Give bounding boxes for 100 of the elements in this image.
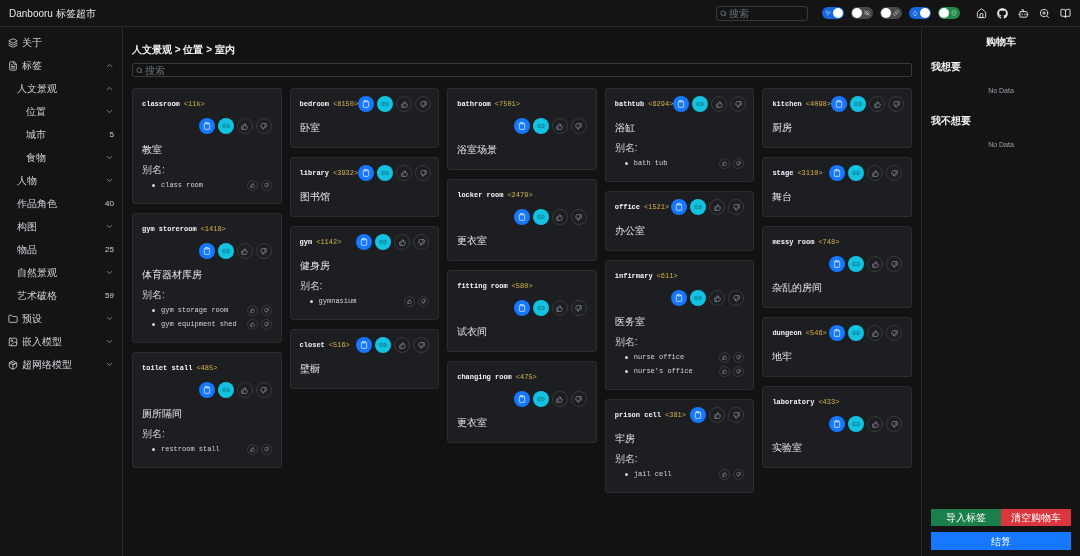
home-icon[interactable] (976, 7, 987, 19)
thumbs-down-icon (732, 203, 740, 211)
link-button[interactable] (377, 96, 394, 112)
toggle-switch[interactable] (938, 7, 960, 19)
link-button[interactable] (848, 165, 864, 181)
link-button[interactable] (532, 391, 549, 407)
link-button[interactable] (217, 243, 234, 259)
sidebar-item[interactable]: 人文景观 (0, 77, 122, 100)
sidebar-item[interactable]: 作品角色 40 (0, 192, 122, 215)
thumbs-up-icon (871, 329, 879, 337)
image-icon (8, 336, 18, 347)
sidebar-label: 食物 (26, 151, 47, 165)
thumbs-down-icon (575, 213, 583, 221)
link-button[interactable] (377, 165, 394, 181)
copy-button[interactable] (829, 256, 845, 272)
link-button[interactable] (690, 290, 707, 306)
link-icon (852, 420, 860, 428)
bot-icon[interactable] (1018, 7, 1029, 19)
clipboard-icon (517, 395, 526, 403)
link-button[interactable] (217, 382, 234, 398)
link-button[interactable] (848, 256, 864, 272)
link-button[interactable] (690, 199, 707, 215)
link-button[interactable] (532, 209, 549, 225)
sidebar-item[interactable]: 关于 (0, 31, 122, 54)
link-button[interactable] (375, 234, 392, 250)
thumbs-down-icon (575, 122, 583, 130)
sidebar-item[interactable]: 构图 (0, 215, 122, 238)
copy-button[interactable] (198, 382, 215, 398)
clear-cart-button[interactable]: 清空购物车 (1001, 509, 1071, 526)
chevron-down-icon (105, 337, 114, 346)
link-button[interactable] (848, 416, 864, 432)
sidebar-item[interactable]: 位置 (0, 100, 122, 123)
copy-button[interactable] (513, 300, 530, 316)
github-icon[interactable] (997, 7, 1008, 19)
search-field[interactable]: 搜索 (132, 63, 912, 77)
search-field[interactable]: 搜索 (716, 5, 808, 21)
link-icon (221, 122, 230, 130)
copy-button[interactable] (358, 96, 375, 112)
link-button[interactable] (532, 118, 549, 134)
sidebar-item[interactable]: 食物 (0, 146, 122, 169)
folder-icon (8, 313, 18, 324)
toggle-switch[interactable] (909, 7, 931, 19)
checkout-button[interactable]: 结算 (931, 532, 1071, 550)
link-icon (694, 203, 703, 211)
link-button[interactable] (532, 300, 549, 316)
sidebar-label: 人物 (17, 174, 38, 188)
sidebar-item[interactable]: 嵌入模型 (0, 330, 122, 353)
link-button[interactable] (375, 337, 392, 353)
copy-button[interactable] (356, 234, 373, 250)
sidebar-item[interactable]: 物品 25 (0, 238, 122, 261)
sidebar-item[interactable]: 艺术破格 59 (0, 284, 122, 307)
bullet-icon (152, 323, 155, 326)
copy-button[interactable] (829, 416, 845, 432)
tag-translation: 卧室 (299, 121, 321, 135)
copy-button[interactable] (690, 407, 707, 423)
link-button[interactable] (848, 325, 864, 341)
copy-button[interactable] (831, 96, 847, 112)
sidebar-item[interactable]: 城市 5 (0, 123, 122, 146)
sidebar-item[interactable]: 人物 (0, 169, 122, 192)
copy-button[interactable] (513, 391, 530, 407)
copy-button[interactable] (513, 209, 530, 225)
copy-button[interactable] (829, 325, 845, 341)
toggle-switch[interactable] (822, 7, 844, 19)
item-count: 5 (109, 128, 114, 141)
thumbs-down-icon (263, 308, 269, 313)
copy-button[interactable] (513, 118, 530, 134)
sidebar-label: 位置 (26, 105, 47, 119)
copy-button[interactable] (198, 243, 215, 259)
link-icon (379, 341, 388, 349)
copy-button[interactable] (671, 290, 688, 306)
sidebar-item[interactable]: 标签 (0, 54, 122, 77)
toggle-switch[interactable] (851, 7, 873, 19)
copy-button[interactable] (198, 118, 215, 134)
zoom-icon[interactable] (1039, 7, 1050, 19)
thumbs-up-icon (871, 420, 879, 428)
toggle-switch[interactable] (880, 7, 902, 19)
bullet-icon (624, 356, 628, 359)
sidebar-item[interactable]: 超网络模型 (0, 353, 122, 376)
link-button[interactable] (850, 96, 866, 112)
link-button[interactable] (692, 96, 709, 112)
book-icon[interactable] (1060, 7, 1071, 19)
import-button[interactable]: 导入标签 (931, 509, 1001, 526)
copy-button[interactable] (358, 165, 375, 181)
link-button[interactable] (217, 118, 234, 134)
breadcrumb: 人文景观 > 位置 > 室内 (132, 43, 236, 57)
sidebar-item[interactable]: 自然景观 (0, 261, 122, 284)
sidebar-item[interactable]: 预设 (0, 307, 122, 330)
tag-translation: 牢房 (614, 432, 636, 446)
thumbs-up-icon (556, 395, 564, 403)
cart-title: 购物车 (985, 35, 1017, 49)
copy-button[interactable] (673, 96, 690, 112)
copy-button[interactable] (829, 165, 845, 181)
thumbs-down-icon (260, 386, 268, 394)
copy-button[interactable] (671, 199, 688, 215)
thumbs-up-icon (873, 100, 881, 108)
tag-translation: 健身房 (299, 259, 331, 273)
chevron-down-icon (105, 314, 114, 323)
tag-translation: 更衣室 (457, 416, 489, 430)
bullet-icon (152, 309, 155, 312)
copy-button[interactable] (356, 337, 373, 353)
